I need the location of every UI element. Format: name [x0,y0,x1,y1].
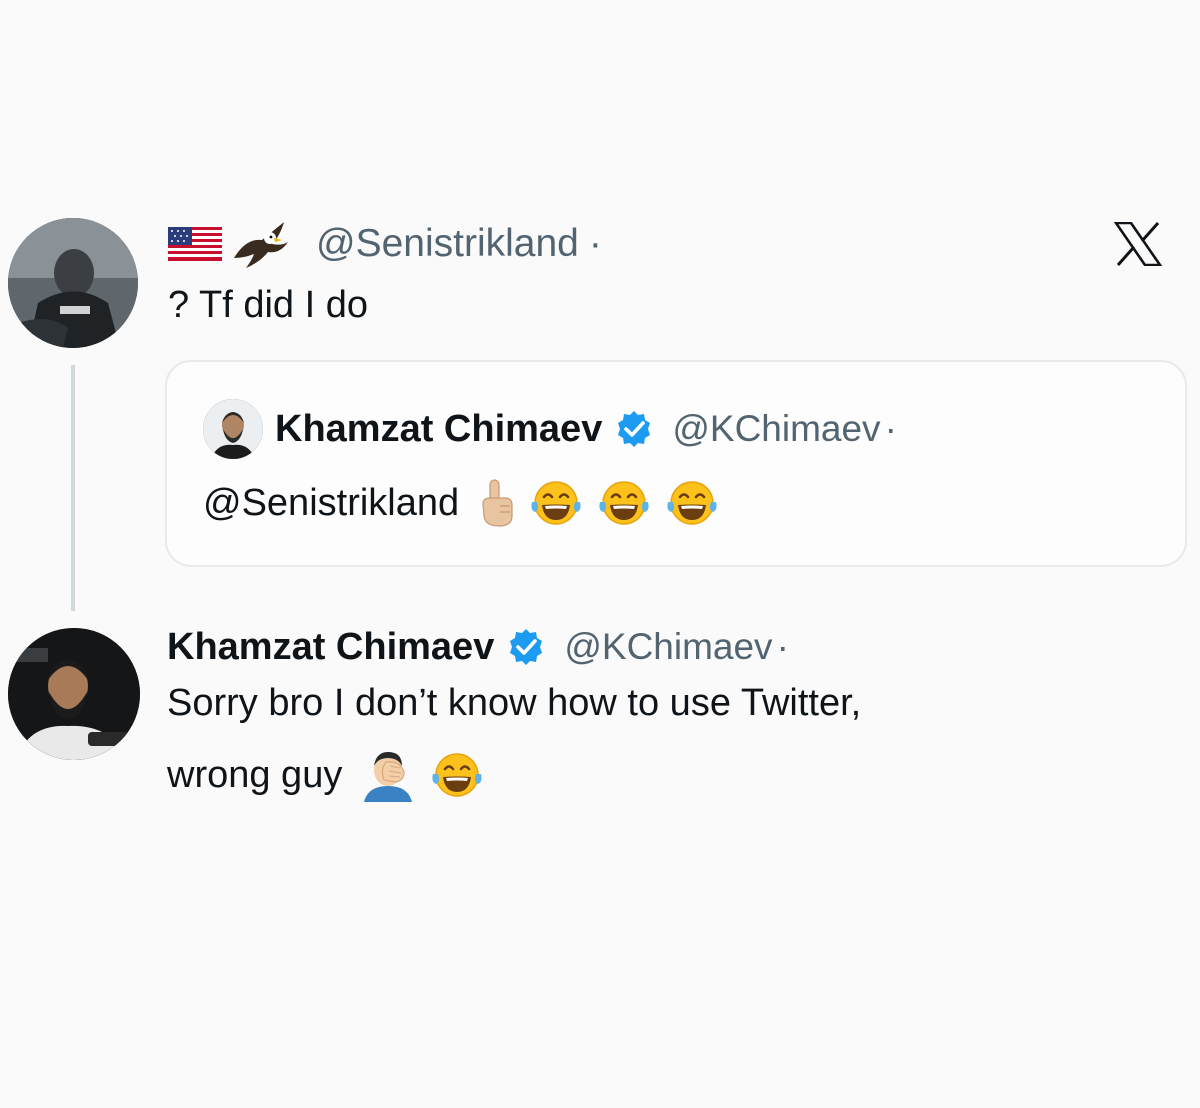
avatar-kchimaev[interactable] [8,628,140,760]
us-flag-icon [168,227,222,261]
index-pointing-up-icon [479,478,515,528]
reply-header: Khamzat Chimaev @KChimaev · [167,614,789,680]
reply-text-line2-words: wrong guy [167,753,343,796]
reply-author-name[interactable]: Khamzat Chimaev [167,626,494,669]
reply-text-line1: Sorry bro I don’t know how to use Twitte… [167,682,862,724]
reply-author-handle[interactable]: @KChimaev [564,626,772,668]
avatar-senistrikland[interactable] [8,218,138,348]
quote-text: @Senistrikland [203,472,719,534]
thread-connector [71,365,75,611]
tweet-text: ? Tf did I do [168,284,368,326]
verified-badge-icon [614,409,654,449]
x-logo-icon [1114,222,1162,266]
tweet-header: @Senistrikland · [168,214,602,274]
verified-badge-icon [506,627,546,667]
tweet-separator: · [588,222,602,265]
tweet-handle[interactable]: @Senistrikland [316,222,579,266]
tears-of-joy-icon [529,478,583,528]
quote-author-name[interactable]: Khamzat Chimaev [275,408,602,451]
reply-text-line2: wrong guy [167,744,484,806]
eagle-icon [232,218,290,270]
quote-separator: · [884,408,897,449]
quote-card[interactable] [165,360,1187,567]
tears-of-joy-icon [665,478,719,528]
reply-separator: · [776,626,789,667]
tears-of-joy-icon [597,478,651,528]
quote-author-handle[interactable]: @KChimaev [672,408,880,450]
tears-of-joy-icon [430,750,484,800]
quote-avatar[interactable] [203,399,263,459]
man-facepalming-icon [360,748,416,802]
quote-mention[interactable]: @Senistrikland [203,482,459,525]
quote-header: Khamzat Chimaev @KChimaev · [203,398,897,460]
